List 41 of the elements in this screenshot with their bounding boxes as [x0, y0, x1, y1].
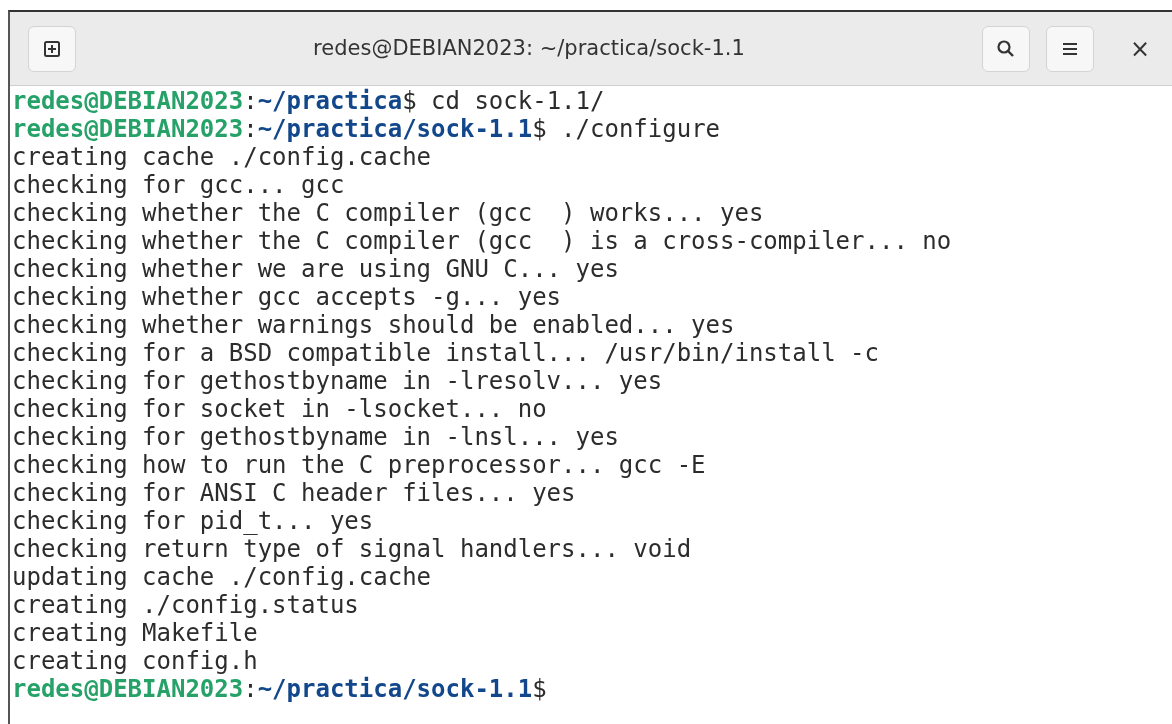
- prompt-symbol: $: [532, 115, 547, 143]
- output-line: checking whether gcc accepts -g... yes: [12, 283, 563, 311]
- window-title: redes@DEBIAN2023: ~/practica/sock-1.1: [312, 34, 746, 62]
- search-icon: [995, 38, 1016, 59]
- output-line: checking for gethostbyname in -lnsl... yes: [12, 423, 620, 451]
- output-line: checking return type of signal handlers... void: [12, 535, 693, 563]
- prompt-path: ~/practica/sock-1.1: [257, 115, 533, 143]
- output-line: creating config.h: [12, 647, 258, 675]
- output-line: checking for pid_t... yes: [12, 507, 375, 535]
- output-line: updating cache ./config.cache: [12, 563, 433, 591]
- prompt-user: redes@DEBIAN2023: [12, 87, 244, 115]
- command-text: cd sock-1.1/: [431, 87, 605, 115]
- menu-button[interactable]: [1045, 25, 1094, 72]
- prompt-separator: :: [243, 675, 258, 703]
- output-line: checking for ANSI C header files... yes: [12, 479, 577, 507]
- output-line: checking whether warnings should be enabled... yes: [12, 311, 736, 339]
- output-line: checking for gethostbyname in -lresolv... yes: [12, 367, 664, 395]
- output-line: checking how to run the C preprocessor... gcc -E: [12, 451, 707, 479]
- search-button[interactable]: [981, 25, 1030, 72]
- output-line: checking whether the C compiler (gcc ) is a cross-compiler... no: [12, 227, 953, 255]
- prompt-user: redes@DEBIAN2023: [12, 675, 244, 703]
- output-line: checking for a BSD compatible install... /usr/bin/install -c: [12, 339, 880, 367]
- prompt-symbol: $: [532, 675, 547, 703]
- prompt-symbol: $: [402, 87, 417, 115]
- output-line: creating Makefile: [12, 619, 259, 647]
- output-line: checking for gcc... gcc: [12, 171, 346, 199]
- output-line: checking whether we are using GNU C... yes: [12, 255, 620, 283]
- prompt-path: ~/practica: [257, 87, 403, 115]
- prompt-separator: :: [243, 115, 258, 143]
- new-tab-icon: [43, 39, 61, 58]
- command-text: ./configure: [561, 115, 721, 143]
- prompt-path: ~/practica/sock-1.1: [257, 675, 533, 703]
- output-line: creating ./config.status: [12, 591, 360, 619]
- prompt-separator: :: [243, 87, 258, 115]
- output-line: checking for socket in -lsocket... no: [12, 395, 548, 423]
- menu-icon: [1060, 40, 1079, 57]
- output-line: checking whether the C compiler (gcc ) works... yes: [12, 199, 765, 227]
- close-button[interactable]: ×: [1125, 30, 1154, 67]
- prompt-user: redes@DEBIAN2023: [12, 115, 244, 143]
- new-tab-button[interactable]: [28, 25, 76, 72]
- output-line: creating cache ./config.cache: [12, 143, 433, 171]
